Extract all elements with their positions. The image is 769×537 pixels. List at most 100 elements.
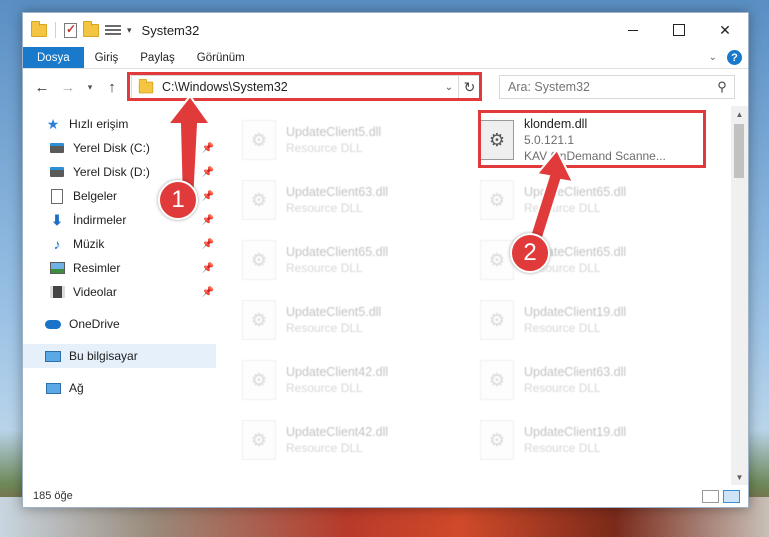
close-button[interactable]: ✕ bbox=[702, 13, 748, 47]
dll-file-icon: ⚙ bbox=[480, 180, 514, 220]
sidebar-item-label: Bu bilgisayar bbox=[69, 349, 138, 363]
pin-icon[interactable]: 📌 bbox=[202, 239, 214, 250]
pin-icon[interactable]: 📌 bbox=[202, 263, 214, 274]
title-bar: ▾ System32 ✕ bbox=[23, 13, 748, 47]
back-button[interactable]: ← bbox=[31, 79, 53, 96]
file-item[interactable]: ⚙ UpdateClient5.dll Resource DLL bbox=[242, 112, 462, 168]
maximize-button[interactable] bbox=[656, 13, 702, 47]
sidebar-item-label: İndirmeler bbox=[73, 213, 127, 227]
file-name: UpdateClient65.dll bbox=[286, 245, 389, 259]
sidebar-item-pictures[interactable]: Resimler 📌 bbox=[23, 256, 216, 280]
dll-file-icon: ⚙ bbox=[242, 180, 276, 220]
search-icon[interactable]: ⚲ bbox=[710, 79, 734, 95]
drive-icon bbox=[49, 164, 65, 180]
sidebar-item-music[interactable]: ♪ Müzik 📌 bbox=[23, 232, 216, 256]
cloud-icon bbox=[45, 316, 61, 332]
sidebar-item-label: Ağ bbox=[69, 381, 84, 395]
toolbar-dropdown-icon[interactable]: ▾ bbox=[127, 25, 132, 36]
file-description: Resource DLL bbox=[286, 441, 363, 455]
step-2-badge: 2 bbox=[510, 233, 550, 273]
dll-file-icon: ⚙ bbox=[242, 360, 276, 400]
status-bar: 185 öğe bbox=[23, 485, 748, 507]
scroll-down-icon[interactable]: ▼ bbox=[731, 469, 748, 485]
file-item[interactable]: ⚙ UpdateClient19.dll Resource DLL bbox=[480, 292, 700, 348]
drive-icon bbox=[49, 140, 65, 156]
downloads-icon: ⬇ bbox=[51, 211, 63, 228]
file-name: UpdateClient19.dll bbox=[524, 305, 627, 319]
dll-file-icon: ⚙ bbox=[480, 420, 514, 460]
sidebar-item-label: Hızlı erişim bbox=[69, 117, 129, 131]
help-icon[interactable]: ? bbox=[727, 50, 742, 65]
file-item[interactable]: ⚙ UpdateClient65.dll Resource DLL bbox=[480, 172, 700, 228]
tab-file[interactable]: Dosya bbox=[23, 47, 84, 68]
large-icons-view-icon[interactable] bbox=[723, 489, 740, 503]
file-description: Resource DLL bbox=[524, 381, 601, 395]
up-button[interactable]: ↑ bbox=[101, 79, 123, 96]
details-view-icon[interactable] bbox=[702, 489, 719, 503]
file-name: UpdateClient63.dll bbox=[286, 185, 389, 199]
sidebar-item-network[interactable]: Ağ bbox=[23, 376, 216, 400]
file-description: Resource DLL bbox=[524, 441, 601, 455]
tab-view[interactable]: Görünüm bbox=[186, 47, 256, 68]
file-name: UpdateClient42.dll bbox=[286, 365, 389, 379]
network-icon bbox=[45, 380, 61, 396]
recent-locations-icon[interactable]: ▾ bbox=[83, 82, 97, 93]
folder-icon[interactable] bbox=[31, 20, 47, 37]
minimize-button[interactable] bbox=[610, 13, 656, 47]
pictures-icon bbox=[49, 260, 65, 276]
dll-file-icon: ⚙ bbox=[480, 300, 514, 340]
file-name: UpdateClient63.dll bbox=[524, 365, 627, 379]
vertical-scrollbar[interactable]: ▲ ▼ bbox=[731, 106, 748, 485]
videos-icon bbox=[49, 284, 65, 300]
sidebar-item-label: Belgeler bbox=[73, 189, 118, 203]
file-description: Resource DLL bbox=[286, 141, 363, 155]
sidebar-item-videos[interactable]: Videolar 📌 bbox=[23, 280, 216, 304]
file-item[interactable]: ⚙ UpdateClient65.dll Resource DLL bbox=[242, 232, 462, 288]
file-item[interactable]: ⚙ UpdateClient42.dll Resource DLL bbox=[242, 352, 462, 408]
new-folder-icon[interactable] bbox=[83, 20, 99, 37]
dll-file-icon: ⚙ bbox=[242, 120, 276, 160]
file-item[interactable]: ⚙ UpdateClient63.dll Resource DLL bbox=[242, 172, 462, 228]
music-icon: ♪ bbox=[53, 236, 61, 252]
pin-icon[interactable]: 📌 bbox=[202, 287, 214, 298]
ribbon: Dosya Giriş Paylaş Görünüm ⌄ ? bbox=[23, 47, 748, 69]
file-item[interactable]: ⚙ UpdateClient19.dll Resource DLL bbox=[480, 412, 700, 468]
file-description: Resource DLL bbox=[286, 201, 363, 215]
sidebar-item-onedrive[interactable]: OneDrive bbox=[23, 312, 216, 336]
scrollbar-thumb[interactable] bbox=[734, 124, 744, 178]
tab-share[interactable]: Paylaş bbox=[129, 47, 186, 68]
file-name: UpdateClient42.dll bbox=[286, 425, 389, 439]
forward-button[interactable]: → bbox=[57, 79, 79, 96]
tab-home[interactable]: Giriş bbox=[84, 47, 130, 68]
file-item[interactable]: ⚙ UpdateClient5.dll Resource DLL bbox=[242, 292, 462, 348]
scroll-up-icon[interactable]: ▲ bbox=[731, 106, 748, 122]
star-icon: ★ bbox=[46, 115, 60, 132]
documents-icon bbox=[49, 188, 65, 204]
file-description: Resource DLL bbox=[286, 261, 363, 275]
dll-file-icon: ⚙ bbox=[480, 360, 514, 400]
file-description: Resource DLL bbox=[286, 381, 363, 395]
sidebar-item-this-pc[interactable]: Bu bilgisayar bbox=[23, 344, 216, 368]
sidebar-item-label: Yerel Disk (D:) bbox=[73, 165, 150, 179]
properties-checkmark-icon[interactable] bbox=[64, 22, 77, 38]
ribbon-right: ⌄ ? bbox=[709, 47, 748, 68]
sidebar-item-label: Müzik bbox=[73, 237, 105, 251]
expand-ribbon-icon[interactable]: ⌄ bbox=[709, 52, 717, 63]
search-input[interactable] bbox=[508, 80, 710, 94]
sidebar-item-label: OneDrive bbox=[69, 317, 120, 331]
dll-file-icon: ⚙ bbox=[242, 300, 276, 340]
pin-icon[interactable]: 📌 bbox=[202, 215, 214, 226]
file-highlight bbox=[478, 110, 706, 168]
quick-access-toolbar: ▾ bbox=[31, 20, 132, 38]
file-item[interactable]: ⚙ UpdateClient42.dll Resource DLL bbox=[242, 412, 462, 468]
sidebar-item-label: Videolar bbox=[73, 285, 117, 299]
view-toggle bbox=[702, 489, 748, 503]
customize-toolbar-icon[interactable] bbox=[105, 23, 121, 37]
dll-file-icon: ⚙ bbox=[480, 240, 514, 280]
file-item[interactable]: ⚙ UpdateClient63.dll Resource DLL bbox=[480, 352, 700, 408]
window-title: System32 bbox=[141, 22, 200, 38]
dll-file-icon: ⚙ bbox=[242, 240, 276, 280]
search-box[interactable]: ⚲ bbox=[499, 75, 735, 99]
